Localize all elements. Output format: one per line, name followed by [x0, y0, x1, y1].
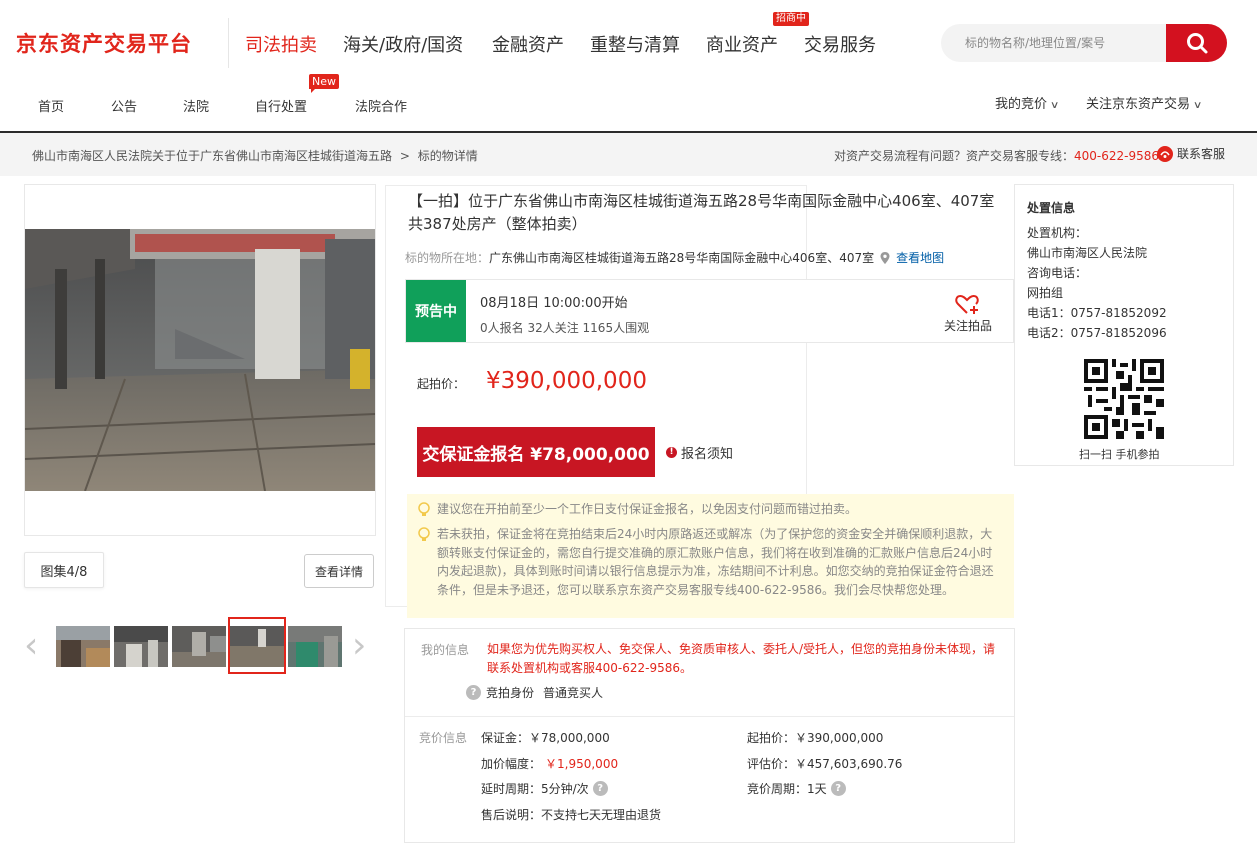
- map-pin-icon: [880, 251, 890, 264]
- extension-info: 延时周期：5分钟/次 ?: [481, 780, 608, 797]
- new-badge: New: [309, 74, 339, 93]
- bid-period-text: 竞价周期：1天: [747, 782, 827, 796]
- my-bids-label: 我的竞价: [995, 97, 1048, 112]
- view-details-button[interactable]: 查看详情: [304, 554, 374, 588]
- bid-info-label: 竞价信息: [419, 731, 468, 745]
- pay-deposit-register-button[interactable]: 交保证金报名 ¥78,000,000: [417, 427, 655, 477]
- location-label: 标的物所在地：: [405, 251, 490, 265]
- subnav-self-disposal[interactable]: 自行处置: [255, 96, 307, 115]
- breadcrumb-current: 标的物详情: [417, 149, 478, 163]
- main-photo[interactable]: [25, 229, 375, 491]
- gallery-thumbnail[interactable]: [172, 626, 226, 667]
- help-hotline: 对资产交易流程有问题？资产交易客服专线：400-622-9586: [834, 147, 1159, 164]
- subnav-court-cooperation[interactable]: 法院合作: [355, 96, 407, 115]
- help-phone: 400-622-9586: [1074, 149, 1160, 163]
- auction-stats: 0人报名 32人关注 1165人围观: [480, 321, 650, 335]
- follow-item-button[interactable]: 关注拍品: [940, 293, 996, 334]
- alert-icon: !: [666, 447, 677, 458]
- identity-warning: 如果您为优先购买权人、免交保人、免资质审核人、委托人/受托人，但您的竞拍身份未体…: [487, 642, 996, 675]
- phone-2: 电话2：0757-81852096: [1027, 326, 1167, 340]
- info-divider: [405, 716, 1014, 717]
- chevron-right-icon[interactable]: ›: [352, 627, 366, 665]
- breadcrumb-separator: >: [399, 149, 410, 163]
- registration-notice-link[interactable]: ! 报名须知: [666, 443, 733, 462]
- identity-value: 普通竞买人: [543, 686, 604, 700]
- nav-financial-assets[interactable]: 金融资产: [492, 31, 564, 57]
- increment-value: ￥1,950,000: [545, 757, 619, 771]
- tip-text: 建议您在开拍前至少一个工作日支付保证金报名，以免因支付问题而错过拍卖。: [437, 502, 858, 516]
- disposal-org[interactable]: 佛山市南海区人民法院: [1027, 244, 1147, 261]
- follow-jd-label: 关注京东资产交易: [1086, 97, 1191, 112]
- tip-text: 若未获拍，保证金将在竞拍结束后24小时内原路返还或解冻（为了保护您的资金安全并确…: [437, 527, 994, 597]
- item-title: 【一拍】位于广东省佛山市南海区桂城街道海五路28号华南国际金融中心406室、40…: [408, 192, 995, 233]
- appraisal-info: 评估价：￥457,603,690.76: [747, 757, 903, 771]
- disposal-title: 处置信息: [1027, 201, 1076, 215]
- help-icon[interactable]: ?: [592, 781, 608, 796]
- contact-service-link[interactable]: 联系客服: [1157, 145, 1225, 162]
- gallery-thumbnail[interactable]: [288, 626, 342, 667]
- help-text: 对资产交易流程有问题？资产交易客服专线：: [834, 149, 1075, 163]
- increment-info: 加价幅度： ￥1,950,000: [481, 755, 618, 772]
- consult-phone-label: 咨询电话：: [1027, 266, 1088, 280]
- search-input[interactable]: [941, 24, 1166, 62]
- search-box: [941, 24, 1227, 62]
- nav-judicial-auction[interactable]: 司法拍卖: [245, 31, 317, 57]
- deposit-info: 保证金：￥78,000,000: [481, 731, 610, 745]
- chevron-left-icon[interactable]: ‹: [24, 627, 38, 665]
- nav-customs-gov[interactable]: 海关/政府/国资: [343, 31, 463, 57]
- heart-plus-icon: [955, 294, 979, 314]
- gallery-thumbnail[interactable]: [114, 626, 168, 667]
- breadcrumb: 佛山市南海区人民法院关于位于广东省佛山市南海区桂城街道海五路 > 标的物详情: [32, 147, 478, 164]
- selected-thumbnail-frame: [228, 617, 286, 674]
- my-bids-menu[interactable]: 我的竞价 ∨: [995, 93, 1060, 112]
- increment-label: 加价幅度：: [481, 757, 542, 771]
- search-button[interactable]: [1166, 24, 1227, 62]
- location-value: 广东佛山市南海区桂城街道海五路28号华南国际金融中心406室、407室: [489, 251, 875, 265]
- disposal-group: 网拍组: [1027, 286, 1064, 300]
- bid-start-price-info: 起拍价：￥390,000,000: [747, 731, 884, 745]
- gallery-thumbnail[interactable]: [56, 626, 110, 667]
- subnav-home[interactable]: 首页: [38, 96, 64, 115]
- breadcrumb-court-link[interactable]: 佛山市南海区人民法院关于位于广东省佛山市南海区桂城街道海五路: [32, 149, 392, 163]
- nav-commercial-assets[interactable]: 商业资产: [706, 31, 778, 57]
- status-badge: 预告中: [406, 280, 466, 342]
- tips-panel: 建议您在开拍前至少一个工作日支付保证金报名，以免因支付问题而错过拍卖。 若未获拍…: [407, 494, 1014, 618]
- phone-1: 电话1：0757-81852092: [1027, 306, 1167, 320]
- view-map-link[interactable]: 查看地图: [896, 249, 944, 266]
- bid-period-info: 竞价周期：1天 ?: [747, 780, 846, 797]
- logo-divider: [228, 18, 229, 68]
- help-icon[interactable]: ?: [466, 685, 481, 700]
- jd-asset-logo[interactable]: 京东资产交易平台: [16, 28, 192, 58]
- bidder-identity: ? 竞拍身份 普通竞买人: [466, 684, 603, 701]
- nav-trade-services[interactable]: 交易服务: [804, 31, 876, 57]
- search-icon: [1186, 33, 1207, 54]
- contact-service-label: 联系客服: [1177, 147, 1226, 161]
- chevron-down-icon: ∨: [1192, 100, 1203, 111]
- qr-caption: 扫一扫 手机参拍: [1079, 448, 1160, 461]
- qr-code: [1084, 359, 1164, 439]
- my-info-label: 我的信息: [421, 643, 470, 657]
- customer-service-icon: [1157, 145, 1173, 162]
- start-price: ¥390,000,000: [486, 368, 647, 394]
- chevron-down-icon: ∨: [1049, 100, 1060, 111]
- help-icon[interactable]: ?: [830, 781, 846, 796]
- follow-item-label: 关注拍品: [943, 319, 992, 333]
- recruiting-badge: 招商中: [773, 12, 809, 26]
- item-location: 标的物所在地： 广东佛山市南海区桂城街道海五路28号华南国际金融中心406室、4…: [405, 249, 944, 266]
- subnav-announcements[interactable]: 公告: [111, 96, 137, 115]
- identity-label: 竞拍身份: [486, 686, 535, 700]
- subnav-courts[interactable]: 法院: [183, 96, 209, 115]
- follow-jd-menu[interactable]: 关注京东资产交易 ∨: [1086, 93, 1203, 112]
- registration-notice-label: 报名须知: [681, 447, 734, 462]
- lightbulb-icon: [418, 527, 430, 541]
- auction-start-time: 08月18日 10:00:00开始: [480, 296, 628, 311]
- lightbulb-icon: [418, 502, 430, 516]
- after-sale-info: 售后说明：不支持七天无理由退货: [481, 808, 662, 822]
- album-counter: 图集4/8: [24, 552, 104, 588]
- disposal-org-label: 处置机构：: [1027, 226, 1088, 240]
- nav-restructuring[interactable]: 重整与清算: [590, 31, 680, 57]
- extension-text: 延时周期：5分钟/次: [481, 782, 589, 796]
- start-price-label: 起拍价：: [417, 377, 466, 391]
